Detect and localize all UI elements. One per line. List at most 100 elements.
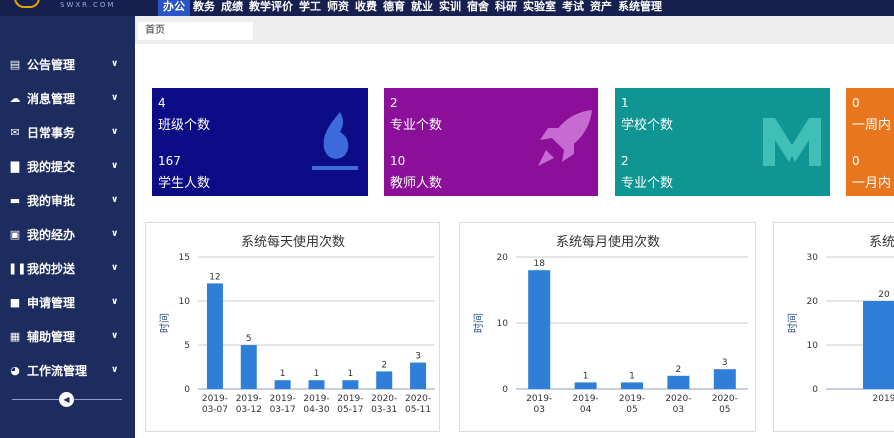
menu-item-7[interactable]: 德育: [380, 0, 408, 16]
data-label: 1: [280, 369, 286, 379]
sidebar-item-label: 我的抄送: [27, 261, 76, 276]
chevron-down-icon: ∨: [111, 161, 119, 171]
sidebar-item-label: 我的审批: [27, 193, 76, 208]
x-tick-line: 05-11: [405, 405, 431, 415]
top-menu: 办公 教务 成绩 教学评价 学工 师资 收费 德育 就业 实训 宿舍 科研 实验室 考试 资产 系统管理: [158, 0, 665, 16]
menu-item-6[interactable]: 收费: [352, 0, 380, 16]
stat-card-v2: 2: [621, 154, 629, 168]
data-label: 1: [314, 369, 320, 379]
stat-card-v1: 0: [852, 96, 860, 110]
data-label: 2: [676, 365, 682, 375]
menu-item-1[interactable]: 教务: [190, 0, 218, 16]
chevron-down-icon: ∨: [111, 263, 119, 273]
sidebar-item-7[interactable]: ■ 申请管理 ∨: [0, 287, 135, 317]
top-navigation-bar: SWXR.COM 办公 教务 成绩 教学评价 学工 师资 收费 德育 就业 实训 宿舍 科研 实验室 考试…: [0, 0, 894, 16]
copy-icon: ❚❚: [8, 261, 27, 275]
sidebar-item-0[interactable]: ▤ 公告管理 ∨: [0, 49, 135, 79]
x-tick-line: 03-17: [270, 405, 296, 415]
stat-card-0[interactable]: 4 班级个数 167 学生人数: [152, 88, 368, 196]
sidebar-item-9[interactable]: ◕ 工作流管理 ∨: [0, 355, 135, 385]
menu-item-8[interactable]: 就业: [408, 0, 436, 16]
bar: [240, 345, 257, 389]
folder-icon: ▬: [9, 193, 21, 207]
bar: [376, 371, 393, 389]
x-tick-line: 04-30: [303, 405, 329, 415]
stat-card-3[interactable]: 0 一周内 0 一月内: [846, 88, 894, 196]
y-axis-label: 时间: [786, 313, 799, 333]
x-tick-label: 2019-03-17: [270, 394, 296, 415]
breadcrumb-home-tab[interactable]: 首页: [138, 22, 253, 40]
sidebar: ◀ ▤ 公告管理 ∨ ☁ 消息管理 ∨ ✉ 日常事务 ∨ ▇ 我的提交 ∨ ▬ 我的审批 ∨ ▣ 我的经办 ∨ ❚❚…: [0, 16, 135, 438]
stat-card-l1: 学校个数: [621, 118, 674, 133]
bar: [308, 380, 325, 389]
x-tick-line: 2019-: [270, 394, 296, 404]
data-label: 1: [583, 371, 589, 381]
menu-item-2[interactable]: 成绩: [218, 0, 246, 16]
file-icon: ▇: [10, 159, 20, 173]
stat-card-v1: 4: [158, 96, 166, 110]
menu-item-3[interactable]: 教学评价: [246, 0, 296, 16]
x-tick-label: 2019-04: [573, 394, 599, 415]
menu-item-11[interactable]: 科研: [492, 0, 520, 16]
menu-item-13[interactable]: 考试: [559, 0, 587, 16]
stat-card-v2: 0: [852, 154, 860, 168]
data-label: 2: [381, 360, 387, 370]
bar: [528, 270, 551, 389]
x-tick-line: 03-12: [236, 405, 262, 415]
sidebar-item-label: 辅助管理: [27, 329, 76, 344]
menu-item-14[interactable]: 资产: [587, 0, 615, 16]
y-tick-label: 10: [497, 319, 509, 329]
menu-item-12[interactable]: 实验室: [520, 0, 559, 16]
chart-title: 系统每月使用次数: [556, 234, 660, 250]
x-tick-label: 2019-03-12: [236, 394, 262, 415]
stat-card-l2: 学生人数: [158, 176, 211, 191]
x-tick-label: 2020-03-31: [371, 394, 397, 415]
app-window: SWXR.COM 办公 教务 成绩 教学评价 学工 师资 收费 德育 就业 实训 宿舍 科研 实验室 考试…: [0, 0, 894, 438]
stat-card-2[interactable]: 1 学校个数 2 专业个数: [615, 88, 830, 196]
menu-item-0[interactable]: 办公: [158, 0, 190, 16]
y-tick-label: 10: [179, 297, 191, 307]
chevron-down-icon: ∨: [111, 297, 119, 307]
data-label: 12: [209, 272, 220, 282]
sidebar-item-8[interactable]: ▦ 辅助管理 ∨: [0, 321, 135, 351]
x-tick-line: 2019-: [619, 394, 645, 404]
menu-item-4[interactable]: 学工: [296, 0, 324, 16]
y-tick-label: 20: [497, 253, 509, 263]
mail-icon: ✉: [10, 125, 20, 139]
x-tick-line: 04: [580, 405, 592, 415]
pie-icon: ◕: [10, 363, 20, 377]
chevron-down-icon: ∨: [111, 127, 119, 137]
menu-item-5[interactable]: 师资: [324, 0, 352, 16]
chevron-down-icon: ∨: [111, 331, 119, 341]
collapse-sidebar-button[interactable]: ◀: [59, 392, 74, 407]
stat-card-v1: 1: [621, 96, 629, 110]
bar: [206, 283, 223, 389]
chart-svg: 系统时间 0 10 20 30 20 2019: [786, 235, 894, 404]
sidebar-item-label: 消息管理: [27, 91, 76, 106]
y-axis-label: 时间: [472, 313, 485, 333]
menu-item-10[interactable]: 宿舍: [464, 0, 492, 16]
y-tick-label: 20: [807, 297, 819, 307]
sidebar-item-label: 我的经办: [27, 227, 76, 242]
menu-item-9[interactable]: 实训: [436, 0, 464, 16]
sidebar-item-2[interactable]: ✉ 日常事务 ∨: [0, 117, 135, 147]
sidebar-item-6[interactable]: ❚❚ 我的抄送 ∨: [0, 253, 135, 283]
chart-title: 系统: [869, 235, 894, 250]
school-logo-icon: [14, 0, 40, 8]
sidebar-item-5[interactable]: ▣ 我的经办 ∨: [0, 219, 135, 249]
flame-icon: [310, 110, 360, 176]
stat-card-l1: 一周内: [852, 118, 892, 133]
stat-card-1[interactable]: 2 专业个数 10 教师人数: [384, 88, 598, 196]
bar: [713, 369, 736, 389]
bar: [863, 301, 894, 389]
data-label: 3: [722, 358, 728, 368]
sidebar-item-4[interactable]: ▬ 我的审批 ∨: [0, 185, 135, 215]
sidebar-item-1[interactable]: ☁ 消息管理 ∨: [0, 83, 135, 113]
sidebar-item-3[interactable]: ▇ 我的提交 ∨: [0, 151, 135, 181]
menu-item-15[interactable]: 系统管理: [615, 0, 665, 16]
x-tick-label: 2019-03-07: [202, 394, 228, 415]
stat-card-v2: 10: [390, 154, 406, 168]
monthly-usage-chart: 系统每月使用次数 时间 0 10 20 18 2019-03 1 2019-04 1 2019-05…: [459, 222, 756, 432]
apply-icon: ■: [9, 295, 21, 309]
x-tick-label: 2020-05-11: [405, 394, 431, 415]
